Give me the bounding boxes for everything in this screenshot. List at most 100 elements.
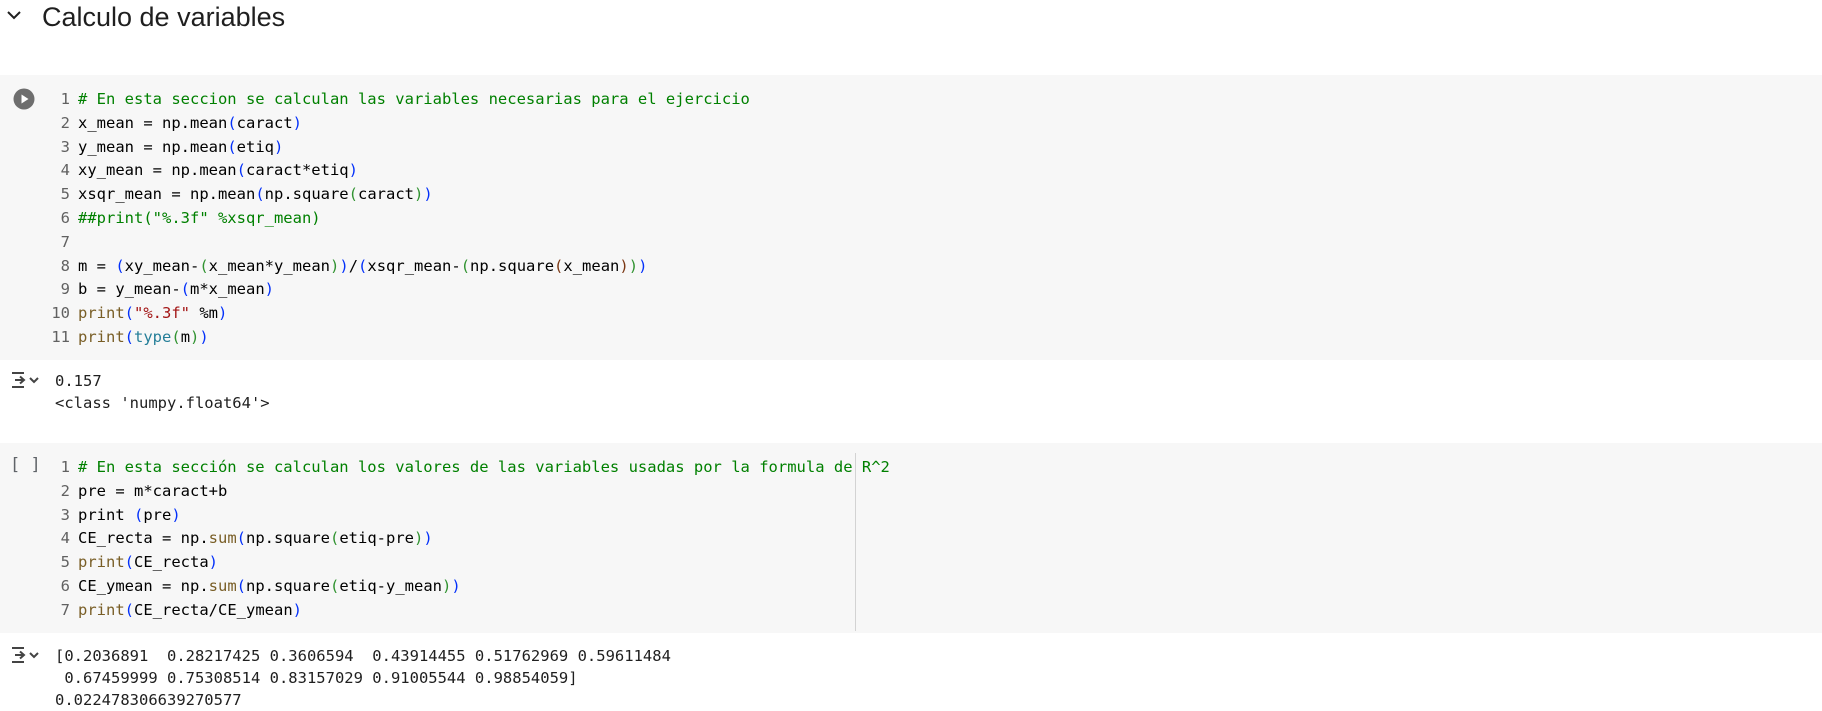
line-number: 1 — [60, 90, 70, 108]
code-text: CE_recta = np.sum(np.square(etiq-pre)) — [78, 527, 433, 551]
code-line[interactable]: 5 xsqr_mean = np.mean(np.square(caract)) — [0, 183, 750, 207]
code-token: type — [134, 327, 172, 346]
code-editor[interactable]: 1 # En esta seccion se calculan las varia… — [0, 88, 750, 350]
code-text: pre = m*caract+b — [78, 480, 227, 504]
code-token: ( — [199, 256, 209, 275]
code-line[interactable]: 4 CE_recta = np.sum(np.square(etiq-pre)) — [0, 527, 890, 551]
code-line[interactable]: 11 print(type(m)) — [0, 326, 750, 350]
code-token: CE_recta = np. — [78, 529, 209, 548]
code-line[interactable]: 5 print(CE_recta) — [0, 551, 890, 575]
code-token: y_mean = np.mean — [78, 137, 228, 156]
output-toggle-icon[interactable] — [10, 644, 40, 666]
code-token: ( — [236, 529, 246, 548]
code-token: ) — [348, 161, 358, 180]
code-text: print("%.3f" %m) — [78, 302, 227, 326]
code-token: ) — [273, 137, 284, 156]
code-token: ) — [264, 280, 274, 299]
code-token: x_mean — [563, 256, 620, 275]
code-line[interactable]: 1 # En esta sección se calculan los valor… — [0, 456, 890, 480]
code-token: sum — [208, 529, 237, 548]
code-token: m*x_mean — [190, 280, 265, 299]
output-toggle-icon[interactable] — [10, 369, 40, 391]
line-number: 10 — [51, 304, 70, 323]
code-cell[interactable]: [ ] 1 # En esta sección se calculan los v… — [0, 443, 1822, 633]
code-token: np.square — [246, 576, 330, 595]
code-line[interactable]: 10 print("%.3f" %m) — [0, 302, 750, 326]
line-number: 7 — [60, 600, 70, 619]
code-token: print — [78, 553, 125, 572]
code-token: ( — [348, 185, 358, 204]
code-line[interactable]: 4 xy_mean = np.mean(caract*etiq) — [0, 159, 750, 183]
code-token: ( — [124, 327, 135, 346]
line-number: 3 — [60, 505, 70, 524]
line-number: 9 — [60, 280, 70, 299]
code-token: # En esta sección se calculan los valore… — [78, 458, 890, 476]
code-token: x_mean*y_mean — [208, 256, 330, 275]
code-token: print — [78, 505, 134, 524]
code-token: m — [180, 327, 191, 346]
code-token: caract — [236, 113, 293, 132]
code-token: ) — [218, 304, 228, 323]
code-editor[interactable]: 1 # En esta sección se calculan los valor… — [0, 456, 890, 623]
output-text: 0.157 <class 'numpy.float64'> — [55, 372, 270, 412]
code-token: ) — [638, 256, 648, 275]
code-text: xsqr_mean = np.mean(np.square(caract)) — [78, 183, 433, 207]
code-token: ( — [236, 161, 246, 180]
line-number: 6 — [60, 208, 70, 227]
code-line[interactable]: 3 y_mean = np.mean(etiq) — [0, 136, 750, 160]
code-token: ) — [414, 529, 424, 548]
line-number: 4 — [60, 161, 70, 180]
line-number: 6 — [60, 576, 70, 595]
code-token: pre = m*caract+b — [78, 481, 228, 500]
code-token: ( — [227, 137, 237, 156]
code-token: np.square — [470, 256, 555, 275]
code-text: ##print("%.3f" %xsqr_mean) — [78, 207, 321, 231]
code-token: ( — [554, 256, 564, 275]
cell-output: 0.157 <class 'numpy.float64'> — [0, 363, 1822, 423]
code-token: b = y_mean- — [78, 280, 181, 299]
code-token: xy_mean = np.mean — [78, 161, 237, 180]
code-token: sum — [208, 576, 237, 595]
code-token: etiq — [236, 137, 274, 156]
code-token: print — [78, 600, 125, 619]
code-token: ) — [330, 256, 340, 275]
code-line[interactable]: 7 print(CE_recta/CE_ymean) — [0, 599, 890, 623]
line-number: 5 — [60, 185, 70, 204]
code-token: etiq-pre — [339, 529, 414, 548]
code-text: print(CE_recta/CE_ymean) — [78, 599, 302, 623]
code-token: ) — [292, 113, 302, 132]
code-token: ( — [358, 256, 368, 275]
code-cell[interactable]: 1 # En esta seccion se calculan las varia… — [0, 75, 1822, 360]
code-token: ( — [236, 576, 246, 595]
code-token: %m — [190, 304, 219, 323]
code-line[interactable]: 7 — [0, 231, 750, 255]
chevron-down-icon[interactable] — [4, 5, 24, 25]
code-text: print (pre) — [78, 504, 181, 528]
line-number: 5 — [60, 553, 70, 572]
code-line[interactable]: 9 b = y_mean-(m*x_mean) — [0, 278, 750, 302]
line-number: 4 — [60, 529, 70, 548]
code-line[interactable]: 2 x_mean = np.mean(caract) — [0, 112, 750, 136]
line-number: 11 — [51, 327, 70, 346]
code-line[interactable]: 6 ##print("%.3f" %xsqr_mean) — [0, 207, 750, 231]
line-number: 2 — [60, 481, 70, 500]
code-token: caract — [358, 185, 414, 204]
code-token: "%.3f" — [134, 304, 191, 323]
code-line[interactable]: 2 pre = m*caract+b — [0, 480, 890, 504]
line-number: 1 — [60, 458, 70, 476]
code-text: print(CE_recta) — [78, 551, 218, 575]
code-line[interactable]: 1 # En esta seccion se calculan las varia… — [0, 88, 750, 112]
code-text: b = y_mean-(m*x_mean) — [78, 278, 274, 302]
code-token: print — [78, 327, 125, 346]
code-token: ( — [330, 529, 340, 548]
code-text: x_mean = np.mean(caract) — [78, 112, 302, 136]
code-token: # En esta seccion se calculan las variab… — [78, 90, 750, 108]
code-line[interactable]: 8m = (xy_mean-(x_mean*y_mean))/(xsqr_mea… — [0, 255, 750, 279]
cell-output: [0.2036891 0.28217425 0.3606594 0.439144… — [0, 638, 1822, 709]
code-line[interactable]: 6 CE_ymean = np.sum(np.square(etiq-y_mean… — [0, 575, 890, 599]
code-token: caract*etiq — [245, 161, 349, 180]
code-token: ) — [423, 529, 433, 548]
code-line[interactable]: 3 print (pre) — [0, 504, 890, 528]
code-token: CE_recta/CE_ymean — [134, 600, 293, 619]
code-token: ) — [190, 327, 200, 346]
